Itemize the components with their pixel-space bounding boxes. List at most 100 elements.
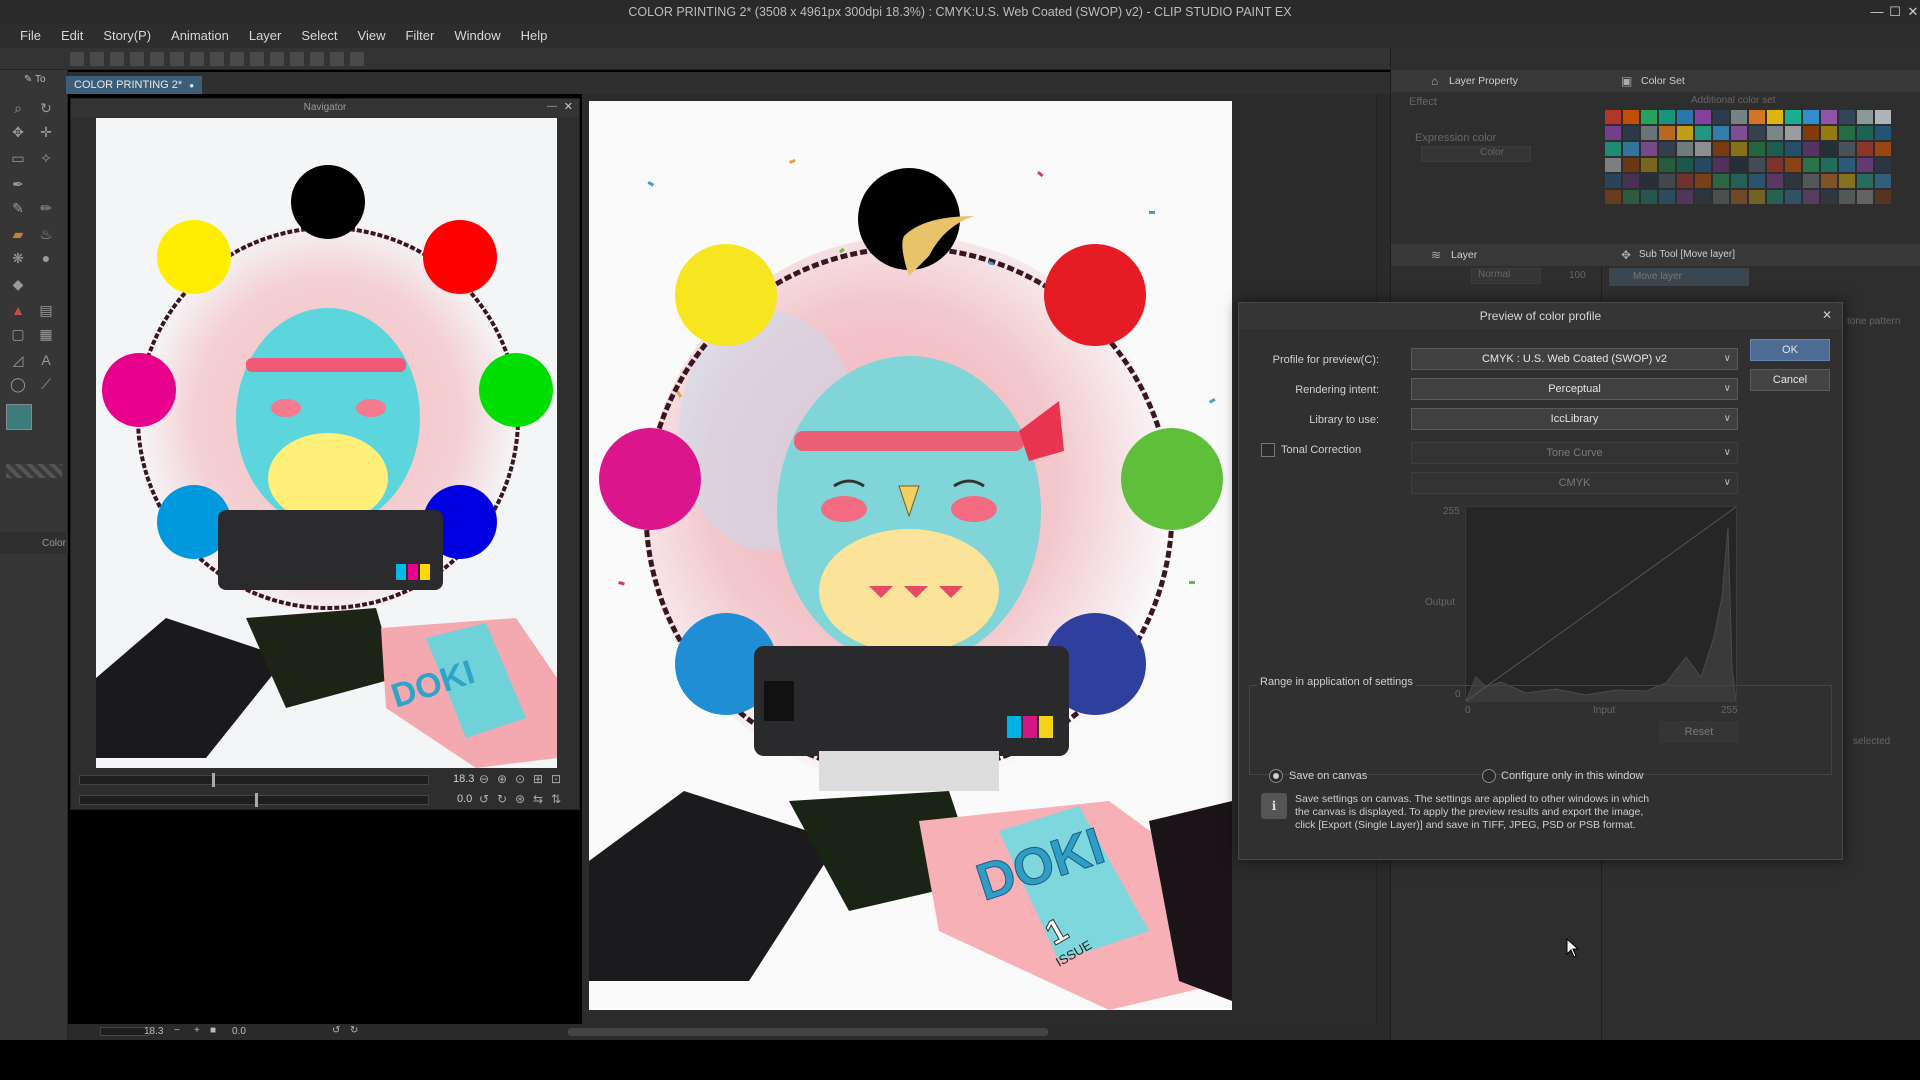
move-tool-icon[interactable]: ✛ xyxy=(36,122,56,142)
color-swatch[interactable] xyxy=(1641,174,1657,188)
color-swatch[interactable] xyxy=(1623,174,1639,188)
color-swatch[interactable] xyxy=(1875,190,1891,204)
pencil-tool-icon[interactable]: ✏ xyxy=(36,198,56,218)
color-swatch[interactable] xyxy=(1857,142,1873,156)
color-swatch[interactable] xyxy=(1605,190,1621,204)
hand-tool-icon[interactable]: ✥ xyxy=(8,122,28,142)
color-swatch[interactable] xyxy=(1785,126,1801,140)
color-swatch[interactable] xyxy=(1695,126,1711,140)
bottom-zoom-in-icon[interactable]: + xyxy=(194,1025,200,1036)
correct-line-tool-icon[interactable]: ⟋ xyxy=(36,374,56,394)
document-tab[interactable]: COLOR PRINTING 2* ● xyxy=(66,76,203,94)
color-swatch[interactable] xyxy=(1623,110,1639,124)
color-swatch[interactable] xyxy=(1605,110,1621,124)
menu-story[interactable]: Story(P) xyxy=(93,24,161,48)
menu-help[interactable]: Help xyxy=(511,24,558,48)
flip-vertical-icon[interactable]: ⇅ xyxy=(551,792,561,806)
color-swatch[interactable] xyxy=(1731,126,1747,140)
bottom-zoom-out-icon[interactable]: − xyxy=(174,1025,180,1036)
color-swatch[interactable] xyxy=(1677,174,1693,188)
fill-icon[interactable] xyxy=(190,51,204,66)
zoom-slider[interactable] xyxy=(79,773,429,787)
color-swatch[interactable] xyxy=(1839,190,1855,204)
ruler-icon[interactable] xyxy=(290,51,304,66)
reset-rotation-icon[interactable]: ⊛ xyxy=(515,792,525,806)
assets-icon[interactable] xyxy=(350,51,364,66)
color-swatch[interactable] xyxy=(1785,142,1801,156)
color-swatch[interactable] xyxy=(1713,174,1729,188)
color-swatch[interactable] xyxy=(1803,174,1819,188)
color-swatch[interactable] xyxy=(1749,174,1765,188)
color-swatch[interactable] xyxy=(1731,158,1747,172)
color-swatch[interactable] xyxy=(1803,110,1819,124)
color-swatch[interactable] xyxy=(1713,126,1729,140)
color-swatch[interactable] xyxy=(1767,190,1783,204)
color-swatch[interactable] xyxy=(1713,190,1729,204)
new-icon[interactable] xyxy=(70,51,84,66)
bottom-fit-icon[interactable]: ■ xyxy=(210,1025,216,1036)
color-swatch[interactable] xyxy=(1767,110,1783,124)
snap-icon[interactable] xyxy=(310,51,324,66)
decoration-tool-icon[interactable]: ❋ xyxy=(8,248,28,268)
color-swatch[interactable] xyxy=(1821,142,1837,156)
figure-tool-icon[interactable]: ▢ xyxy=(8,324,28,344)
color-swatch[interactable] xyxy=(1605,126,1621,140)
color-swatch[interactable] xyxy=(1839,174,1855,188)
color-swatch[interactable] xyxy=(1677,158,1693,172)
layer-property-tab[interactable]: ⌂ Layer Property xyxy=(1391,70,1601,92)
save-icon[interactable] xyxy=(110,51,124,66)
color-swatch[interactable] xyxy=(1659,126,1675,140)
color-swatch[interactable] xyxy=(1857,174,1873,188)
color-swatch[interactable] xyxy=(1623,190,1639,204)
fit-window-icon[interactable]: ⊞ xyxy=(533,772,543,786)
horizontal-scrollbar[interactable] xyxy=(568,1028,1048,1036)
color-swatch[interactable] xyxy=(1767,174,1783,188)
color-swatch[interactable] xyxy=(1641,158,1657,172)
layer-tab[interactable]: ≋ Layer xyxy=(1391,244,1601,266)
color-swatch[interactable] xyxy=(1767,142,1783,156)
color-swatch[interactable] xyxy=(1821,126,1837,140)
close-panel-icon[interactable]: ✕ xyxy=(564,100,573,113)
color-swatch[interactable] xyxy=(1839,110,1855,124)
color-swatch[interactable] xyxy=(1695,158,1711,172)
color-swatch[interactable] xyxy=(1623,158,1639,172)
color-swatch[interactable] xyxy=(1659,190,1675,204)
menu-window[interactable]: Window xyxy=(444,24,510,48)
show-selection-icon[interactable] xyxy=(270,51,284,66)
grid-icon[interactable] xyxy=(330,51,344,66)
color-swatch[interactable] xyxy=(1713,142,1729,156)
bottom-zoom-slider[interactable] xyxy=(100,1027,150,1036)
rotate-tool-icon[interactable]: ↻ xyxy=(36,98,56,118)
fill-tool-icon[interactable]: ▲ xyxy=(8,300,28,320)
color-swatch[interactable] xyxy=(1839,158,1855,172)
zoom-slider-handle[interactable] xyxy=(212,773,215,787)
color-swatch[interactable] xyxy=(1767,126,1783,140)
color-swatch[interactable] xyxy=(1821,190,1837,204)
cancel-button[interactable]: Cancel xyxy=(1750,369,1830,391)
color-swatch[interactable] xyxy=(1713,110,1729,124)
color-swatch[interactable] xyxy=(1821,158,1837,172)
color-swatch[interactable] xyxy=(1641,190,1657,204)
zoom-out-icon[interactable]: ⊖ xyxy=(479,772,489,786)
flip-horizontal-icon[interactable]: ⇆ xyxy=(533,792,543,806)
color-swatch[interactable] xyxy=(1875,110,1891,124)
expression-color-dropdown[interactable]: Color xyxy=(1421,146,1531,162)
color-swatch-grid[interactable] xyxy=(1605,110,1905,210)
rotate-slider[interactable] xyxy=(79,793,429,807)
eyedropper-tool-icon[interactable]: ✒ xyxy=(8,174,28,194)
tone-curve-graph[interactable] xyxy=(1465,506,1737,702)
tool-tab[interactable]: ✎ To xyxy=(24,74,64,88)
color-swatch[interactable] xyxy=(1749,110,1765,124)
bottom-rotate-left-icon[interactable]: ↺ xyxy=(332,1025,340,1036)
color-swatch[interactable] xyxy=(1839,142,1855,156)
actual-size-icon[interactable]: ⊙ xyxy=(515,772,525,786)
clear-icon[interactable] xyxy=(170,51,184,66)
color-swatch[interactable] xyxy=(1857,190,1873,204)
color-swatch[interactable] xyxy=(1695,142,1711,156)
menu-view[interactable]: View xyxy=(348,24,396,48)
color-swatch[interactable] xyxy=(1875,126,1891,140)
color-swatch[interactable] xyxy=(1731,190,1747,204)
color-swatch[interactable] xyxy=(1749,142,1765,156)
color-swatch[interactable] xyxy=(1803,142,1819,156)
bottom-rotate-right-icon[interactable]: ↻ xyxy=(350,1025,358,1036)
